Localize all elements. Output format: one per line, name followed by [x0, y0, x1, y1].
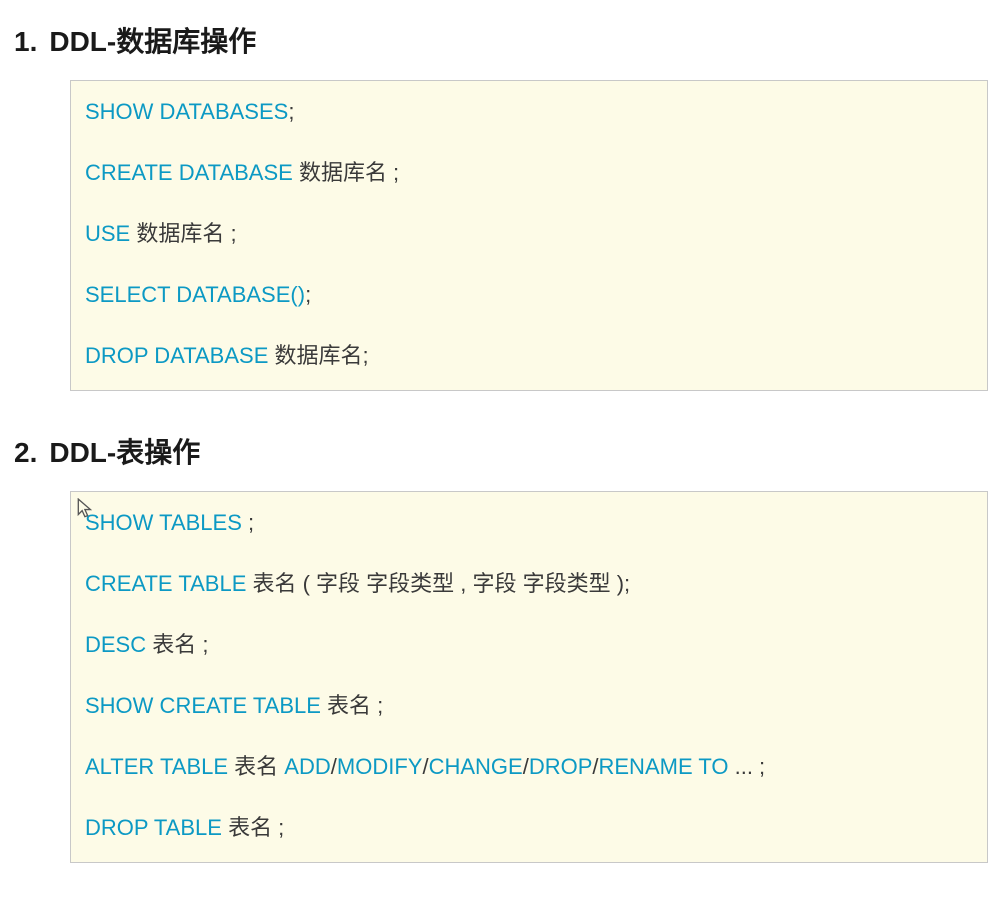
- code-line: USE 数据库名 ;: [85, 217, 973, 250]
- sql-text: 表名 ;: [146, 632, 208, 657]
- sql-keyword: DROP: [529, 754, 593, 779]
- sql-text: 表名: [228, 754, 284, 779]
- code-line: SHOW DATABASES;: [85, 95, 973, 128]
- sql-text: ;: [288, 99, 294, 124]
- section-title: DDL-数据库操作: [49, 26, 256, 57]
- sql-text: 数据库名 ;: [293, 160, 399, 185]
- sql-text: ... ;: [729, 754, 766, 779]
- sql-text: 数据库名 ;: [130, 221, 236, 246]
- sql-keyword: ALTER TABLE: [85, 754, 228, 779]
- sql-keyword: SHOW CREATE TABLE: [85, 693, 321, 718]
- section-2: 2. DDL-表操作 SHOW TABLES ; CREATE TABLE 表名 ( …: [10, 431, 998, 863]
- sql-keyword: MODIFY: [337, 754, 423, 779]
- code-line: SHOW CREATE TABLE 表名 ;: [85, 689, 973, 722]
- sql-keyword: DESC: [85, 632, 146, 657]
- sql-text: 表名 ;: [222, 815, 284, 840]
- sql-keyword: SHOW TABLES: [85, 510, 242, 535]
- section-heading: 1. DDL-数据库操作: [14, 20, 998, 60]
- code-line: CREATE DATABASE 数据库名 ;: [85, 156, 973, 189]
- section-number: 1.: [14, 26, 37, 58]
- section-title: DDL-表操作: [49, 437, 200, 468]
- sql-keyword: USE: [85, 221, 130, 246]
- code-box: SHOW TABLES ; CREATE TABLE 表名 ( 字段 字段类型 ,…: [70, 491, 988, 863]
- code-line: DROP DATABASE 数据库名;: [85, 339, 973, 372]
- sql-keyword: CHANGE: [429, 754, 523, 779]
- code-line: SHOW TABLES ;: [85, 506, 973, 539]
- code-line: CREATE TABLE 表名 ( 字段 字段类型 , 字段 字段类型 );: [85, 567, 973, 600]
- section-1: 1. DDL-数据库操作 SHOW DATABASES; CREATE DATABAS…: [10, 20, 998, 391]
- sql-keyword: SELECT DATABASE(): [85, 282, 305, 307]
- sql-keyword: DROP TABLE: [85, 815, 222, 840]
- sql-text: ;: [242, 510, 254, 535]
- code-line: DROP TABLE 表名 ;: [85, 811, 973, 844]
- sql-text: ;: [305, 282, 311, 307]
- sql-keyword: RENAME TO: [599, 754, 729, 779]
- sql-text: 表名 ( 字段 字段类型 , 字段 字段类型 );: [246, 571, 630, 596]
- sql-text: 数据库名;: [268, 343, 368, 368]
- code-box: SHOW DATABASES;CREATE DATABASE 数据库名 ;USE…: [70, 80, 988, 391]
- code-line: DESC 表名 ;: [85, 628, 973, 661]
- code-line: SELECT DATABASE();: [85, 278, 973, 311]
- section-heading: 2. DDL-表操作: [14, 431, 998, 471]
- code-line: ALTER TABLE 表名 ADD/MODIFY/CHANGE/DROP/RE…: [85, 750, 973, 783]
- sql-keyword: CREATE TABLE: [85, 571, 246, 596]
- sql-keyword: CREATE DATABASE: [85, 160, 293, 185]
- sql-keyword: DROP DATABASE: [85, 343, 268, 368]
- sql-text: 表名 ;: [321, 693, 383, 718]
- section-number: 2.: [14, 437, 37, 469]
- sql-keyword: ADD: [284, 754, 330, 779]
- sql-keyword: SHOW DATABASES: [85, 99, 288, 124]
